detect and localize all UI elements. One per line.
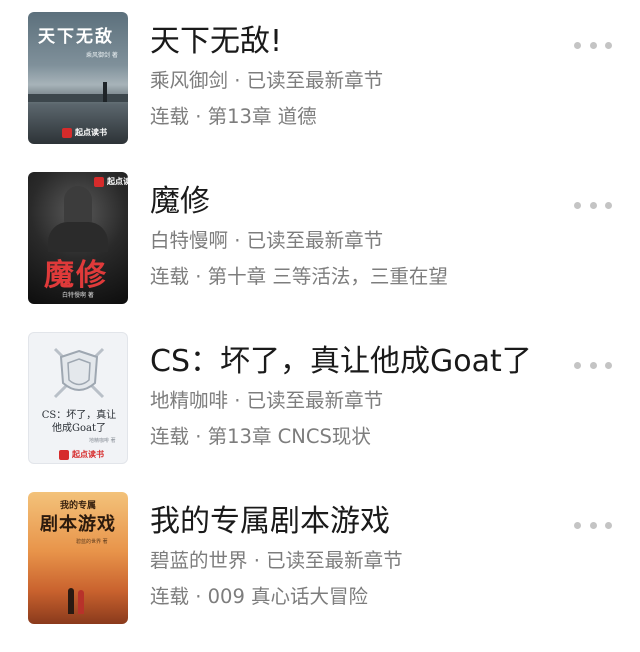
book-author: 白特慢啊: [150, 229, 229, 252]
latest-chapter: 第十章 三等活法，三重在望: [207, 265, 448, 288]
cover-figure-body: [48, 222, 108, 252]
progress-separator: ·: [189, 105, 208, 128]
cover-author: 白特慢啊 著: [62, 292, 94, 299]
book-progress: 连载 · 009 真心话大冒险: [150, 584, 368, 610]
read-status: 已读至最新章节: [246, 229, 384, 252]
serial-status: 连载: [150, 585, 190, 608]
book-title[interactable]: 天下无敌!: [150, 24, 282, 60]
book-progress: 连载 · 第十章 三等活法，三重在望: [150, 264, 448, 290]
latest-chapter: 第13章 道德: [207, 105, 317, 128]
more-options-icon[interactable]: [574, 520, 612, 530]
book-meta: 地精咖啡 · 已读至最新章节: [150, 388, 383, 414]
book-cover[interactable]: 魔修 白特慢啊 著 起点读书: [28, 172, 128, 304]
publisher-logo-icon: [59, 449, 69, 460]
book-title[interactable]: 我的专属剧本游戏: [150, 504, 390, 540]
cover-figure: [103, 82, 107, 102]
book-item[interactable]: 我的专属 剧本游戏 碧蓝的世界 著 我的专属剧本游戏 碧蓝的世界 · 已读至最新…: [0, 492, 640, 652]
book-meta: 乘风御剑 · 已读至最新章节: [150, 68, 383, 94]
book-cover[interactable]: 天下无敌 乘风御剑 著 起点读书: [28, 12, 128, 144]
latest-chapter: 第13章 CNCS现状: [207, 425, 371, 448]
book-meta: 碧蓝的世界 · 已读至最新章节: [150, 548, 403, 574]
meta-separator: ·: [228, 389, 247, 412]
publisher-mark: 起点读书: [94, 176, 128, 187]
read-status: 已读至最新章节: [266, 549, 403, 572]
shield-icon: [53, 347, 105, 399]
cover-title: 剧本游戏: [40, 514, 116, 535]
bookshelf-list: 天下无敌 乘风御剑 著 起点读书 天下无敌! 乘风御剑 · 已读至最新章节 连载…: [0, 0, 640, 641]
cover-title: 天下无敌: [38, 27, 114, 47]
cover-author: 地精咖啡 著: [89, 438, 116, 444]
publisher-logo-icon: [62, 127, 72, 138]
serial-status: 连载: [150, 265, 190, 288]
cover-author: 碧蓝的世界 著: [76, 539, 108, 545]
book-item[interactable]: 魔修 白特慢啊 著 起点读书 魔修 白特慢啊 · 已读至最新章节 连载 · 第十…: [0, 172, 640, 332]
book-author: 地精咖啡: [150, 389, 229, 412]
book-title[interactable]: CS：坏了，真让他成Goat了: [150, 344, 532, 380]
book-progress: 连载 · 第13章 CNCS现状: [150, 424, 371, 450]
cover-figure: [68, 588, 74, 614]
read-status: 已读至最新章节: [246, 69, 384, 92]
book-cover[interactable]: 我的专属 剧本游戏 碧蓝的世界 著: [28, 492, 128, 624]
cover-figure: [78, 590, 84, 614]
more-options-icon[interactable]: [574, 40, 612, 50]
publisher-mark: 起点读书: [62, 127, 107, 138]
progress-separator: ·: [189, 585, 208, 608]
cover-title: CS：坏了，真让 他成Goat了: [41, 410, 117, 434]
book-progress: 连载 · 第13章 道德: [150, 104, 317, 130]
cover-author: 乘风御剑 著: [86, 52, 118, 59]
progress-separator: ·: [189, 425, 208, 448]
book-item[interactable]: CS：坏了，真让 他成Goat了 地精咖啡 著 起点读书 CS：坏了，真让他成G…: [0, 332, 640, 492]
publisher-mark: 起点读书: [59, 449, 104, 460]
progress-separator: ·: [189, 265, 208, 288]
cover-horizon: [28, 94, 128, 102]
book-meta: 白特慢啊 · 已读至最新章节: [150, 228, 383, 254]
serial-status: 连载: [150, 105, 190, 128]
book-item[interactable]: 天下无敌 乘风御剑 著 起点读书 天下无敌! 乘风御剑 · 已读至最新章节 连载…: [0, 12, 640, 172]
meta-separator: ·: [228, 229, 247, 252]
meta-separator: ·: [228, 69, 247, 92]
serial-status: 连载: [150, 425, 190, 448]
more-options-icon[interactable]: [574, 200, 612, 210]
meta-separator: ·: [247, 549, 267, 572]
book-author: 乘风御剑: [150, 69, 229, 92]
cover-title: 魔修: [44, 258, 108, 293]
latest-chapter: 009 真心话大冒险: [207, 585, 369, 608]
book-title[interactable]: 魔修: [150, 184, 210, 220]
publisher-logo-icon: [94, 176, 104, 187]
book-author: 碧蓝的世界: [150, 549, 248, 572]
more-options-icon[interactable]: [574, 360, 612, 370]
book-cover[interactable]: CS：坏了，真让 他成Goat了 地精咖啡 著 起点读书: [28, 332, 128, 464]
read-status: 已读至最新章节: [246, 389, 384, 412]
cover-figure: [64, 186, 92, 226]
